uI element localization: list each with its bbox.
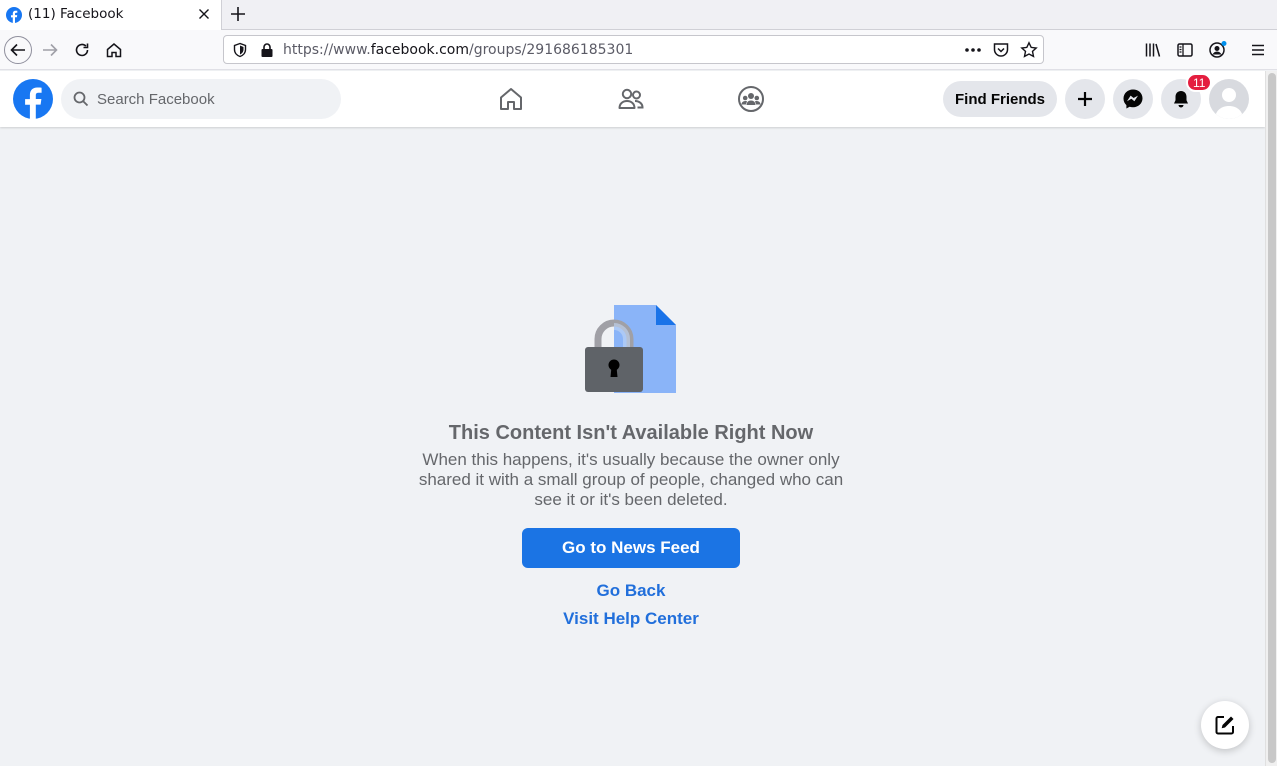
- close-tab-icon[interactable]: [196, 6, 212, 22]
- go-back-link[interactable]: Go Back: [0, 581, 1262, 601]
- bell-icon: [1174, 91, 1188, 108]
- url-prefix: https://www.: [283, 42, 371, 58]
- messenger-button[interactable]: [1113, 79, 1153, 119]
- more-dots-icon: [965, 48, 981, 52]
- page-scrollbar[interactable]: [1265, 71, 1277, 766]
- reload-button[interactable]: [69, 37, 95, 63]
- bookmark-button[interactable]: [1019, 40, 1039, 60]
- tab-title: (11) Facebook: [28, 6, 124, 22]
- create-button[interactable]: [1065, 79, 1105, 119]
- help-center-link[interactable]: Visit Help Center: [0, 609, 1262, 629]
- nav-friends-button[interactable]: [615, 83, 647, 115]
- tracking-shield-icon[interactable]: [232, 42, 248, 58]
- groups-icon: [738, 86, 764, 112]
- forward-button[interactable]: [37, 37, 63, 63]
- library-icon: [1145, 43, 1161, 57]
- navigation-toolbar: https://www.facebook.com/groups/29168618…: [0, 30, 1277, 70]
- pocket-button[interactable]: [991, 40, 1011, 60]
- home-icon: [500, 88, 522, 110]
- pocket-icon: [993, 43, 1009, 57]
- reload-icon: [75, 43, 89, 57]
- facebook-favicon-icon: [6, 7, 22, 23]
- star-icon: [1020, 41, 1038, 58]
- go-to-news-feed-button[interactable]: Go to News Feed: [522, 528, 740, 568]
- compose-icon: [1215, 716, 1234, 735]
- page-actions-button[interactable]: [963, 40, 983, 60]
- home-icon: [106, 43, 122, 58]
- search-input[interactable]: [97, 79, 327, 119]
- home-button[interactable]: [101, 37, 127, 63]
- url-path: /groups/291686185301: [469, 42, 634, 58]
- find-friends-button[interactable]: Find Friends: [943, 81, 1057, 117]
- locked-document-icon: [585, 305, 676, 393]
- arrow-left-icon: [10, 43, 25, 57]
- nav-groups-button[interactable]: [735, 83, 767, 115]
- messenger-icon: [1123, 89, 1143, 109]
- nav-home-button[interactable]: [495, 83, 527, 115]
- explanation-text: When this happens, it's usually because …: [418, 450, 844, 509]
- avatar[interactable]: [1209, 79, 1249, 119]
- facebook-header: Find Friends 11: [0, 71, 1265, 127]
- search-icon: [73, 91, 89, 107]
- plus-icon: [1078, 92, 1092, 106]
- sidebar-icon: [1177, 43, 1193, 57]
- tab-strip: (11) Facebook: [0, 0, 1277, 30]
- friends-icon: [618, 88, 644, 109]
- search-box[interactable]: [61, 79, 341, 119]
- url-host: facebook.com: [370, 42, 469, 58]
- scrollbar-thumb[interactable]: [1268, 73, 1276, 763]
- new-tab-icon[interactable]: [228, 4, 248, 24]
- sidebar-button[interactable]: [1175, 40, 1195, 60]
- account-button[interactable]: [1207, 40, 1227, 60]
- arrow-right-icon: [43, 43, 58, 57]
- unavailable-content-panel: This Content Isn't Available Right Now W…: [0, 127, 1265, 766]
- menu-button[interactable]: [1248, 40, 1268, 60]
- hamburger-icon: [1252, 44, 1264, 56]
- library-button[interactable]: [1143, 40, 1163, 60]
- notification-badge: 11: [1186, 73, 1213, 92]
- back-button[interactable]: [4, 36, 32, 64]
- new-message-button[interactable]: [1201, 701, 1249, 749]
- page-title: This Content Isn't Available Right Now: [448, 422, 814, 444]
- url-text: https://www.facebook.com/groups/29168618…: [283, 42, 633, 58]
- lock-icon[interactable]: [260, 42, 274, 58]
- profile-silhouette-icon: [1215, 88, 1243, 119]
- address-bar[interactable]: https://www.facebook.com/groups/29168618…: [223, 35, 1044, 64]
- facebook-logo-icon[interactable]: [13, 79, 53, 119]
- account-icon: [1209, 41, 1227, 58]
- browser-tab[interactable]: (11) Facebook: [0, 0, 222, 30]
